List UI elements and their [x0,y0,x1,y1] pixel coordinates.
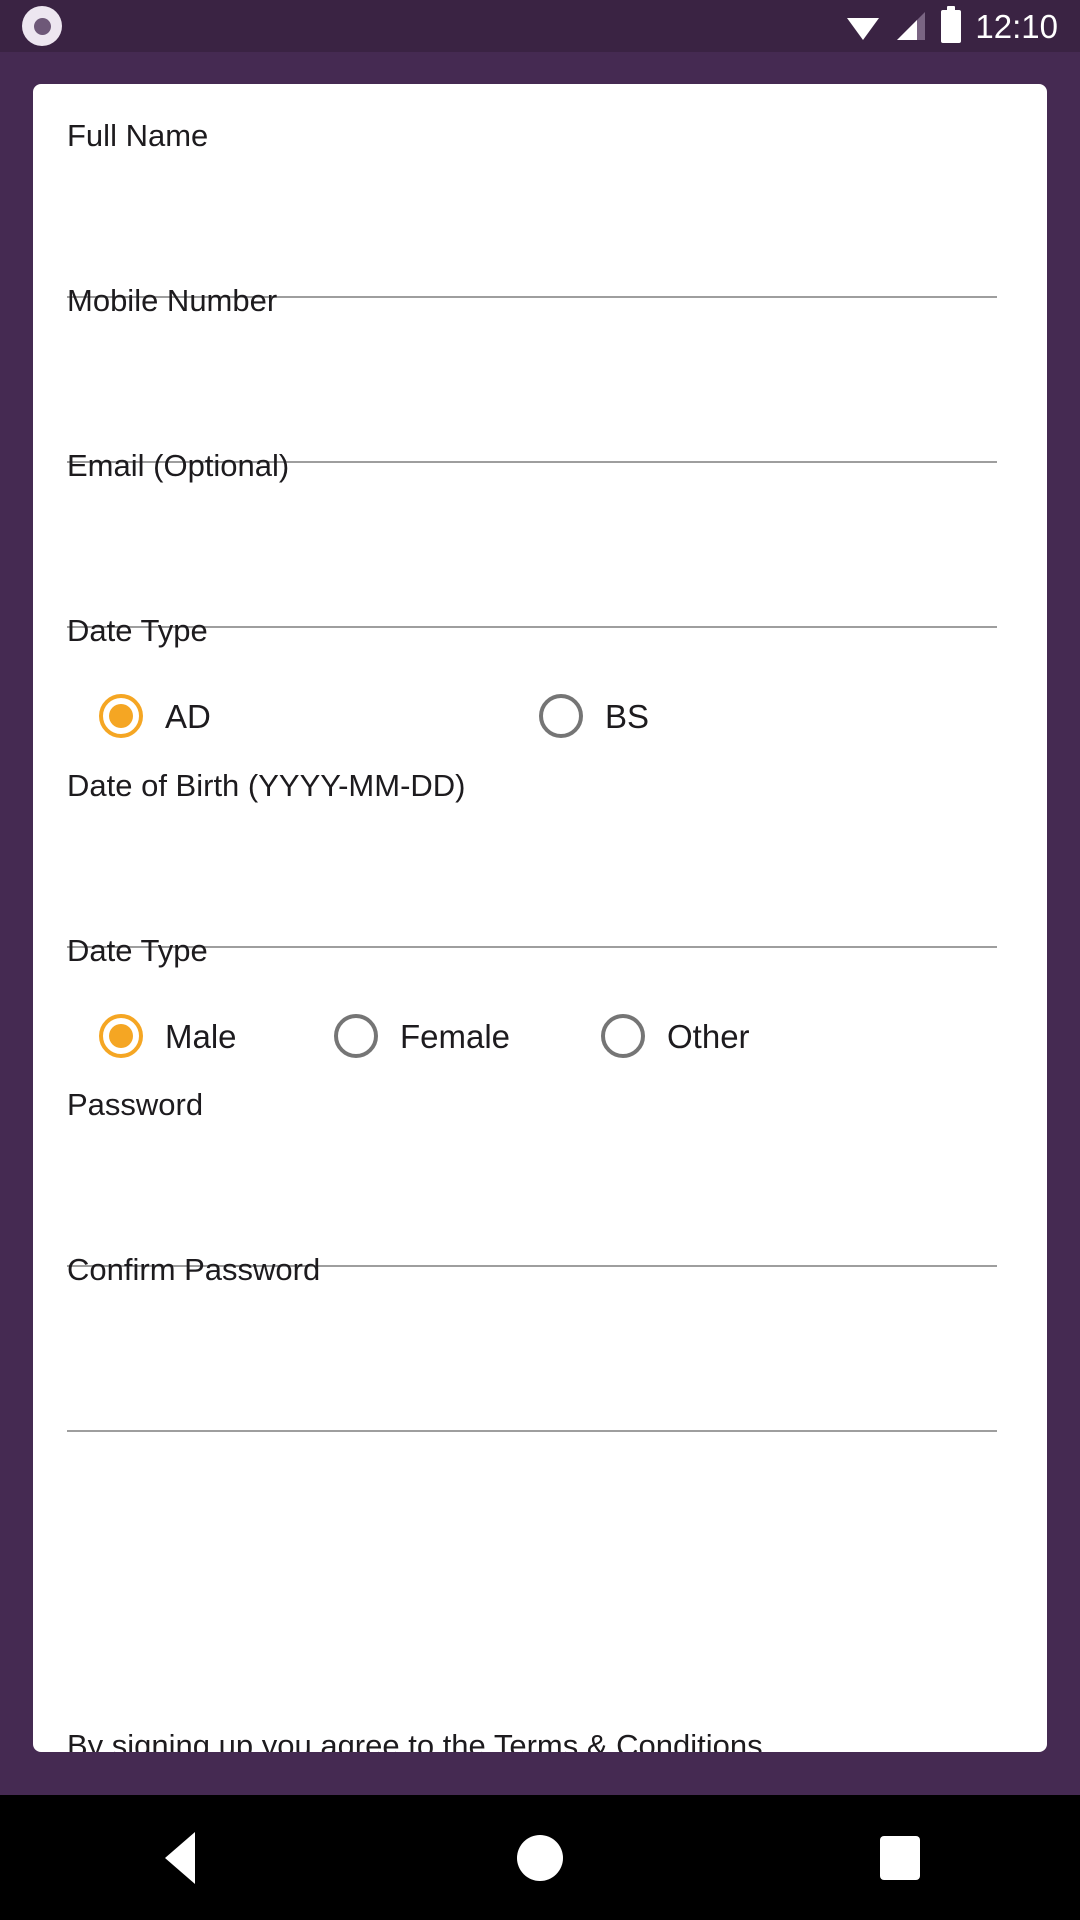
date-type-label: Date Type [67,613,208,648]
email-field-group: Email (Optional) [67,448,997,628]
terms-and-conditions-text[interactable]: By signing up you agree to the Terms & C… [67,1730,763,1752]
gender-option-other[interactable]: Other [601,1014,750,1058]
gender-option-male-label: Male [165,1017,237,1055]
mobile-number-field-group: Mobile Number [67,283,997,463]
nav-back-button[interactable] [0,1795,360,1920]
full-name-label: Full Name [67,118,209,153]
password-input[interactable] [67,1142,997,1214]
status-bar-right: 12:10 [845,5,1058,45]
dob-label: Date of Birth (YYYY-MM-DD) [67,768,466,803]
gender-label: Date Type [67,933,208,968]
gender-option-other-label: Other [667,1017,750,1055]
signal-icon [897,12,926,40]
password-field-group: Password [67,1087,997,1267]
gender-radio-row: Male Female Other [67,1014,997,1058]
radio-dot [109,704,133,728]
nav-recents-button[interactable] [720,1795,1080,1920]
status-bar: 12:10 [0,0,1080,52]
date-type-option-bs[interactable]: BS [539,694,649,738]
email-label: Email (Optional) [67,448,290,483]
form-scroll-container[interactable]: Full Name Mobile Number Email (Optional)… [33,84,1047,1752]
date-type-group: Date Type AD BS [67,615,997,738]
nav-home-button[interactable] [360,1795,720,1920]
date-type-option-ad-label: AD [165,697,211,735]
date-type-option-ad[interactable]: AD [99,694,539,738]
signup-form-card: Full Name Mobile Number Email (Optional)… [33,84,1047,1752]
radio-unselected-icon[interactable] [601,1014,645,1058]
status-bar-clock: 12:10 [975,7,1058,45]
radio-unselected-icon[interactable] [539,694,583,738]
recents-square-icon [880,1835,920,1880]
android-navigation-bar [0,1795,1080,1920]
confirm-password-label: Confirm Password [67,1252,321,1287]
status-bar-left [22,6,62,46]
gender-option-male[interactable]: Male [99,1014,334,1058]
battery-icon [941,5,962,43]
mobile-number-label: Mobile Number [67,283,278,318]
confirm-password-underline [67,1430,997,1432]
password-label: Password [67,1087,204,1122]
confirm-password-field-group: Confirm Password [67,1252,997,1432]
wifi-icon [847,18,880,40]
target-circle-inner [33,17,51,35]
radio-unselected-icon[interactable] [334,1014,378,1058]
date-type-option-bs-label: BS [605,697,650,735]
radio-selected-icon[interactable] [99,694,143,738]
dob-field-group: Date of Birth (YYYY-MM-DD) [67,768,997,948]
gender-option-female-label: Female [400,1017,511,1055]
radio-selected-icon[interactable] [99,1014,143,1058]
gender-option-female[interactable]: Female [334,1014,601,1058]
gender-group: Date Type Male Female Other [67,935,997,1058]
full-name-input[interactable] [67,173,997,245]
dob-input[interactable] [67,823,997,895]
full-name-field-group: Full Name [67,118,997,298]
radio-dot [109,1024,133,1048]
back-triangle-icon [165,1831,195,1884]
phone-screen: 12:10 Full Name Mobile Number Email (Opt… [0,0,1080,1920]
email-input[interactable] [67,503,997,575]
home-circle-icon [517,1834,563,1881]
mobile-number-input[interactable] [67,338,997,410]
date-type-radio-row: AD BS [67,694,997,738]
confirm-password-input[interactable] [67,1307,997,1379]
target-circle-icon [22,6,62,46]
